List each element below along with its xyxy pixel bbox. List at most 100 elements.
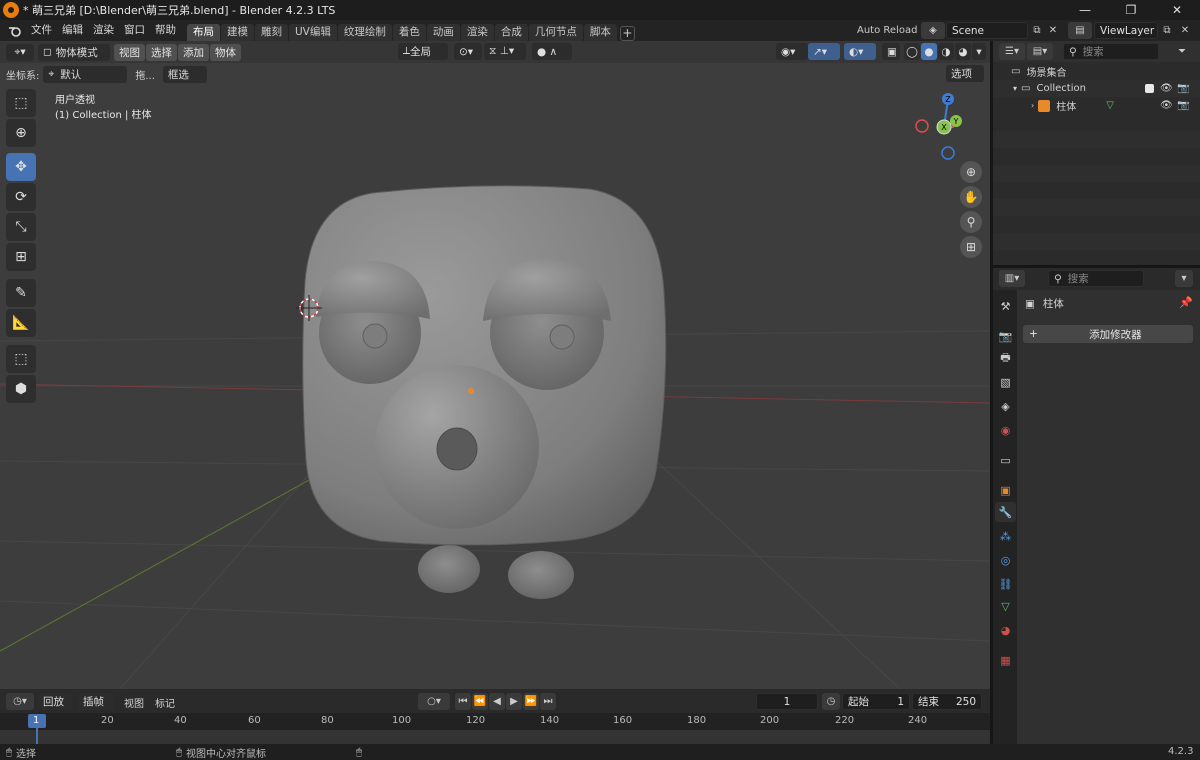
right-foot[interactable]: [508, 551, 574, 599]
texture-tab-icon[interactable]: ▦: [995, 650, 1016, 670]
menu-window[interactable]: 窗口: [119, 20, 150, 41]
expand-collection-icon[interactable]: ▾: [1013, 84, 1017, 93]
visibility-icon[interactable]: ◉▾: [776, 43, 808, 60]
options-dropdown[interactable]: 选项: [946, 65, 984, 82]
mode-selector[interactable]: ◻ 物体模式: [38, 43, 110, 61]
tab-compositing[interactable]: 合成: [494, 24, 528, 41]
auto-reload-label[interactable]: Auto Reload: [857, 20, 917, 41]
expand-object-icon[interactable]: ›: [1031, 101, 1034, 110]
physics-tab-icon[interactable]: ◎: [995, 550, 1016, 570]
annotate-tool-icon[interactable]: ✎: [6, 279, 36, 307]
timeline-view-menu[interactable]: 视图: [124, 695, 144, 710]
constraints-tab-icon[interactable]: ⛓: [995, 574, 1016, 594]
play-icon[interactable]: ▶: [506, 693, 522, 710]
material-tab-icon[interactable]: ◕: [995, 620, 1016, 640]
perspective-grid-icon[interactable]: ⊞: [960, 236, 982, 258]
collection-tab-icon[interactable]: ▭: [995, 450, 1016, 470]
auto-keying-icon[interactable]: ○▾: [418, 693, 450, 710]
solid-shading-icon[interactable]: ●: [921, 43, 937, 60]
tab-texture-paint[interactable]: 纹理绘制: [337, 24, 392, 41]
add-modifier-button[interactable]: + 添加修改器: [1023, 325, 1193, 343]
coord-system-dropdown[interactable]: ⌖ 默认: [43, 65, 128, 83]
pivot-point-icon[interactable]: ⊙▾: [454, 43, 482, 60]
add-primitive-tool-icon[interactable]: ⬢: [6, 375, 36, 403]
rotate-tool-icon[interactable]: ⟳: [6, 183, 36, 211]
tab-modeling[interactable]: 建模: [221, 24, 254, 41]
add-cube-tool-icon[interactable]: ⬚: [6, 345, 36, 373]
world-tab-icon[interactable]: ◉: [995, 420, 1016, 440]
tab-shading[interactable]: 着色: [392, 24, 426, 41]
modifier-tab-icon[interactable]: 🔧: [995, 502, 1016, 522]
scene-field[interactable]: Scene: [946, 22, 1028, 39]
outliner-search-input[interactable]: ⚲ 搜索: [1063, 43, 1159, 60]
move-tool-icon[interactable]: ✥: [6, 153, 36, 181]
timeline-editor-type-icon[interactable]: ◷▾: [6, 693, 34, 710]
play-reverse-icon[interactable]: ◀: [489, 693, 505, 710]
output-tab-icon[interactable]: 🖶: [995, 348, 1016, 368]
properties-editor-type-icon[interactable]: ▥▾: [999, 270, 1025, 287]
display-mode-icon[interactable]: ▤▾: [1027, 43, 1053, 60]
viewlayer-field[interactable]: ViewLayer: [1094, 22, 1158, 39]
gizmo-neg-z-icon[interactable]: [941, 146, 955, 160]
viewlayer-copy-icon[interactable]: ⧉: [1160, 22, 1174, 39]
scene-browse-icon[interactable]: ◈: [921, 22, 945, 39]
scene-tab-icon[interactable]: ◈: [995, 396, 1016, 416]
editor-type-icon[interactable]: ⌖▾: [6, 43, 34, 61]
rendered-shading-icon[interactable]: ◕: [955, 43, 971, 60]
viewport-menu-select[interactable]: 选择: [146, 43, 177, 61]
restore-icon[interactable]: ❐: [1108, 0, 1154, 20]
tab-sculpting[interactable]: 雕刻: [255, 24, 288, 41]
cursor-tool-icon[interactable]: ⊕: [6, 119, 36, 147]
mesh-data-icon[interactable]: ▽: [1106, 100, 1114, 111]
minimize-icon[interactable]: —: [1062, 0, 1108, 20]
object-visibility-eye-icon[interactable]: 👁: [1160, 100, 1173, 111]
outliner-editor-type-icon[interactable]: ☰▾: [999, 43, 1025, 60]
overlay-toggle-icon[interactable]: ◐▾: [844, 43, 876, 60]
viewlayer-browse-icon[interactable]: ▤: [1068, 22, 1092, 39]
scale-tool-icon[interactable]: ⤡: [6, 213, 36, 241]
wireframe-shading-icon[interactable]: ◯: [904, 43, 920, 60]
pan-hand-icon[interactable]: ✋: [960, 186, 982, 208]
add-workspace-button[interactable]: +: [619, 26, 635, 41]
camera-view-icon[interactable]: ⚲: [960, 211, 982, 233]
filter-icon[interactable]: ⏷: [1171, 43, 1193, 60]
timeline-marker-menu[interactable]: 标记: [155, 695, 175, 710]
shading-options-icon[interactable]: ▾: [972, 43, 986, 60]
object-render-camera-icon[interactable]: 📷: [1177, 100, 1189, 111]
playback-dropdown[interactable]: 回放: [38, 693, 72, 710]
timeline-track[interactable]: [0, 730, 990, 744]
start-frame-field[interactable]: 起始 1: [842, 693, 910, 710]
object-tab-icon[interactable]: ▣: [995, 480, 1016, 500]
viewport-menu-add[interactable]: 添加: [178, 43, 209, 61]
select-box-tool-icon[interactable]: ⬚: [6, 89, 36, 117]
keying-dropdown[interactable]: 插帧: [78, 693, 114, 710]
tab-layout[interactable]: 布局: [187, 24, 220, 41]
collection-render-camera-icon[interactable]: 📷: [1177, 83, 1189, 94]
outliner-row-object[interactable]: › 柱体 ▽ 👁 📷: [993, 97, 1200, 114]
gizmo-neg-x-icon[interactable]: [915, 119, 929, 133]
menu-edit[interactable]: 编辑: [57, 20, 88, 41]
current-frame-field[interactable]: 1: [756, 693, 818, 710]
viewport-menu-view[interactable]: 视图: [114, 43, 145, 61]
blender-menu-icon[interactable]: [4, 22, 26, 39]
properties-search-input[interactable]: ⚲ 搜索: [1048, 270, 1144, 287]
view-layer-tab-icon[interactable]: ▧: [995, 372, 1016, 392]
xray-toggle-icon[interactable]: ▣: [882, 43, 900, 60]
left-foot[interactable]: [418, 545, 480, 593]
drag-label[interactable]: 拖...: [135, 67, 155, 82]
jump-end-icon[interactable]: ⏭: [540, 693, 556, 710]
prev-keyframe-icon[interactable]: ⏪: [472, 693, 488, 710]
measure-tool-icon[interactable]: 📐: [6, 309, 36, 337]
scene-delete-icon[interactable]: ✕: [1046, 22, 1060, 39]
particles-tab-icon[interactable]: ⁂: [995, 526, 1016, 546]
zoom-icon[interactable]: ⊕: [960, 161, 982, 183]
gizmo-toggle-icon[interactable]: ↗▾: [808, 43, 840, 60]
properties-options-icon[interactable]: ▾: [1175, 270, 1193, 287]
viewport-menu-object[interactable]: 物体: [210, 43, 241, 61]
snapping-icon[interactable]: ⧖ ⊥▾: [484, 43, 526, 60]
tab-uv-editing[interactable]: UV编辑: [289, 24, 337, 41]
viewlayer-delete-icon[interactable]: ✕: [1178, 22, 1192, 39]
scene-copy-icon[interactable]: ⧉: [1030, 22, 1044, 39]
tab-animation[interactable]: 动画: [426, 24, 460, 41]
tab-geometry-nodes[interactable]: 几何节点: [528, 24, 583, 41]
